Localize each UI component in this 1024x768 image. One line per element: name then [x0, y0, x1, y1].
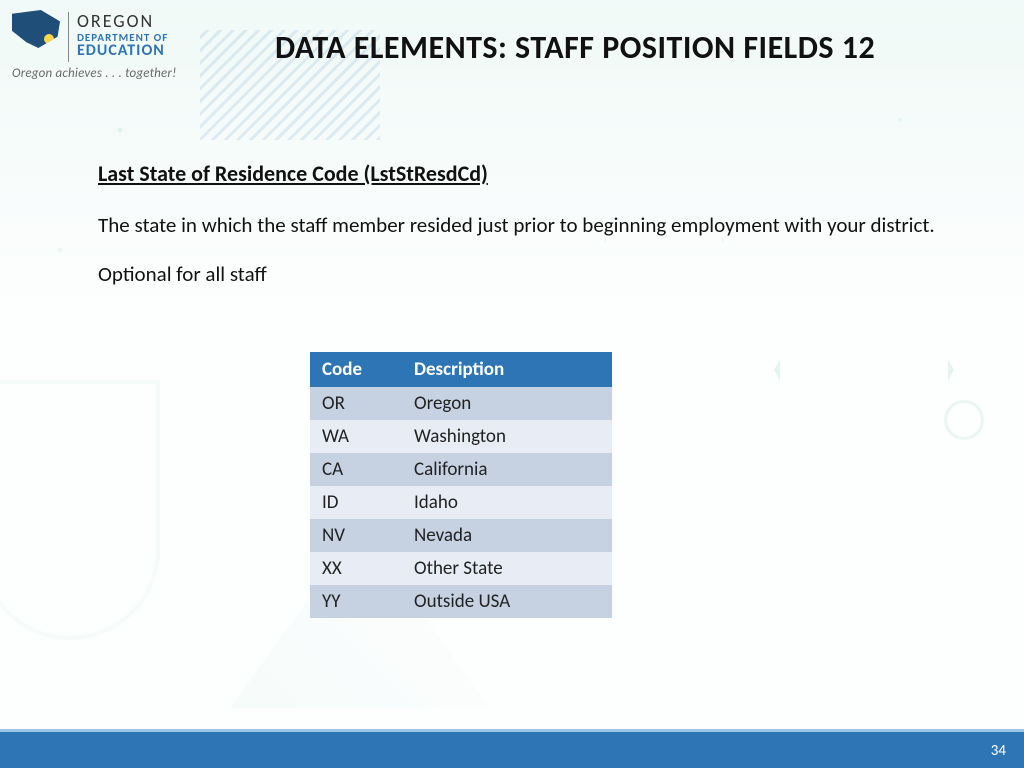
- table-header-description: Description: [402, 352, 612, 387]
- table-header-row: Code Description: [310, 352, 612, 387]
- table-row: CA California: [310, 453, 612, 486]
- decorative-flask: [0, 380, 160, 640]
- logo-divider: [68, 12, 69, 62]
- content-block: Last State of Residence Code (LstStResdC…: [98, 160, 944, 299]
- cell-description: Idaho: [402, 486, 612, 519]
- logo-block: OREGON DEPARTMENT OF EDUCATION Oregon ac…: [12, 10, 222, 81]
- footer-bar: 34: [0, 732, 1024, 768]
- cell-code: ID: [310, 486, 402, 519]
- cell-description: Washington: [402, 420, 612, 453]
- logo-line3: EDUCATION: [77, 43, 168, 59]
- table-row: NV Nevada: [310, 519, 612, 552]
- slide: OREGON DEPARTMENT OF EDUCATION Oregon ac…: [0, 0, 1024, 768]
- table-body: OR Oregon WA Washington CA California ID…: [310, 387, 612, 618]
- table-row: ID Idaho: [310, 486, 612, 519]
- cell-code: OR: [310, 387, 402, 420]
- page-number: 34: [991, 742, 1006, 760]
- logo-text: OREGON DEPARTMENT OF EDUCATION: [77, 10, 168, 59]
- slide-title: DATA ELEMENTS: STAFF POSITION FIELDS 12: [275, 28, 984, 67]
- field-optional-note: Optional for all staff: [98, 261, 944, 287]
- table-row: OR Oregon: [310, 387, 612, 420]
- table-header-code: Code: [310, 352, 402, 387]
- code-table: Code Description OR Oregon WA Washington…: [310, 352, 612, 618]
- cell-description: California: [402, 453, 612, 486]
- cell-code: WA: [310, 420, 402, 453]
- decorative-hexagon: [774, 280, 954, 460]
- decorative-circle: [944, 400, 984, 440]
- field-name: Last State of Residence Code (LstStResdC…: [98, 160, 944, 187]
- table-row: WA Washington: [310, 420, 612, 453]
- cell-code: NV: [310, 519, 402, 552]
- logo-line1: OREGON: [77, 10, 168, 32]
- cell-description: Other State: [402, 552, 612, 585]
- cell-code: YY: [310, 585, 402, 618]
- oregon-state-icon: [12, 10, 60, 48]
- logo-tagline: Oregon achieves . . . together!: [12, 66, 222, 81]
- cell-description: Outside USA: [402, 585, 612, 618]
- cell-code: XX: [310, 552, 402, 585]
- cell-description: Nevada: [402, 519, 612, 552]
- cell-description: Oregon: [402, 387, 612, 420]
- field-description: The state in which the staff member resi…: [98, 211, 938, 239]
- cell-code: CA: [310, 453, 402, 486]
- table-row: YY Outside USA: [310, 585, 612, 618]
- table-row: XX Other State: [310, 552, 612, 585]
